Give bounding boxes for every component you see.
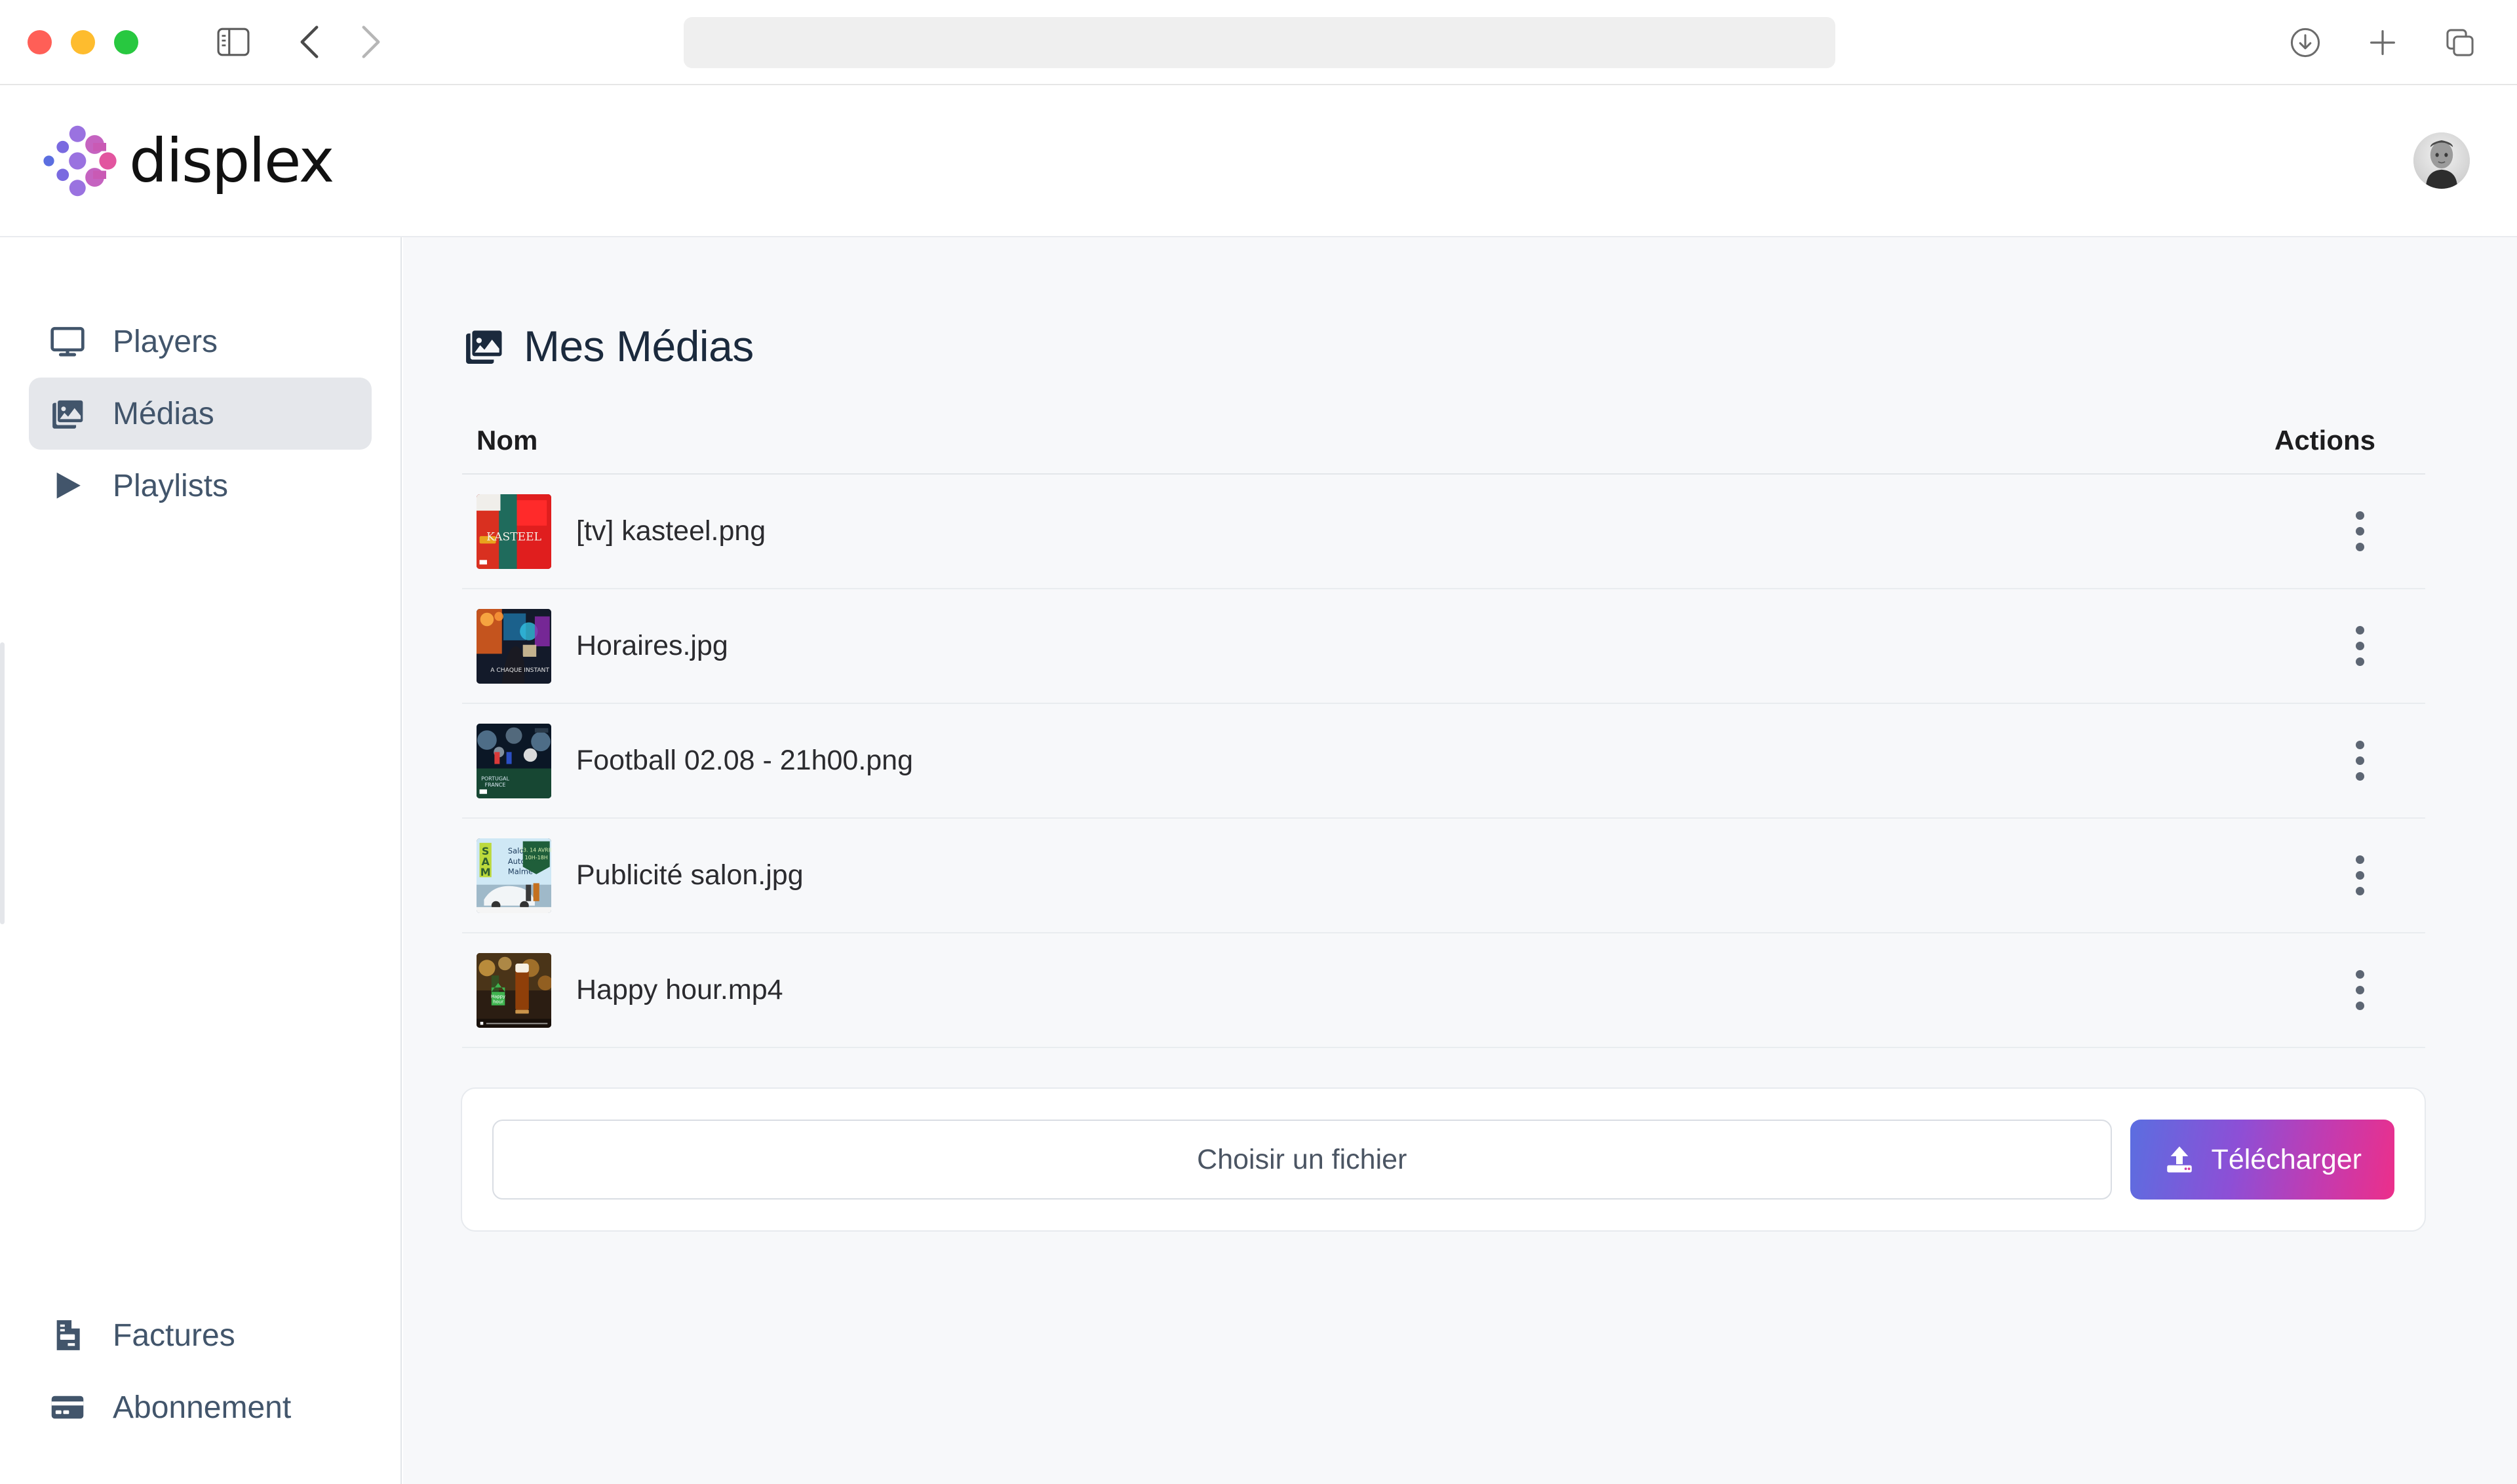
sidebar-item-label: Factures <box>113 1318 235 1353</box>
sidebar-item-label: Abonnement <box>113 1390 292 1425</box>
page-scrollbar[interactable] <box>0 642 5 924</box>
media-name: [tv] kasteel.png <box>576 515 766 547</box>
sidebar-secondary-nav: Factures Abonnement <box>0 1299 402 1443</box>
kebab-menu-icon[interactable] <box>2336 617 2383 676</box>
images-icon <box>462 324 505 368</box>
table-row-main: Happy hour Happy hour.mp4 <box>477 952 783 1028</box>
sidebar-item-abonnement[interactable]: Abonnement <box>29 1371 373 1443</box>
avatar[interactable] <box>2413 132 2470 189</box>
media-table: Nom Actions KASTEEL [tv] kasteel.png A C… <box>462 425 2425 1048</box>
media-name: Publicité salon.jpg <box>576 859 804 891</box>
main-content: Mes Médias Nom Actions KASTEEL [tv] kast… <box>403 237 2517 1484</box>
window-traffic-lights <box>28 29 138 54</box>
page-title-row: Mes Médias <box>462 321 2517 371</box>
svg-text:A CHAQUE INSTANT: A CHAQUE INSTANT <box>490 667 549 673</box>
table-row-main: S A M Salon Auto Malmé 13. 14 AVRIL 10H-… <box>477 838 804 913</box>
sidebar-item-medias[interactable]: Médias <box>29 378 372 450</box>
sidebar-item-label: Médias <box>113 396 214 431</box>
downloads-icon[interactable] <box>2280 17 2331 68</box>
invoice-icon <box>47 1315 88 1356</box>
media-thumbnail[interactable]: Happy hour <box>477 952 551 1028</box>
kebab-menu-icon[interactable] <box>2336 846 2383 905</box>
monitor-icon <box>47 321 88 362</box>
svg-text:KASTEEL: KASTEEL <box>486 530 541 543</box>
table-header: Nom Actions <box>462 425 2425 475</box>
column-header-actions: Actions <box>2274 425 2375 456</box>
sidebar-item-label: Playlists <box>113 468 229 503</box>
forward-icon[interactable] <box>345 16 397 68</box>
media-name: Football 02.08 - 21h00.png <box>576 745 914 776</box>
upload-button[interactable]: Télécharger <box>2130 1120 2394 1200</box>
svg-text:Happy: Happy <box>491 994 505 999</box>
sidebar-item-playlists[interactable]: Playlists <box>29 450 372 522</box>
table-row-main: PORTUGAL FRANCE Football 02.08 - 21h00.p… <box>477 723 914 798</box>
sidebar: Players Médias Playlists Factures Abonne… <box>0 237 402 1484</box>
sidebar-primary-nav: Players Médias Playlists <box>0 237 400 522</box>
table-row-main: A CHAQUE INSTANT Horaires.jpg <box>477 608 728 684</box>
brand-logo[interactable]: displex <box>41 120 334 202</box>
close-window-button[interactable] <box>28 29 52 54</box>
browser-toolbar <box>0 0 2517 85</box>
svg-text:PORTUGAL: PORTUGAL <box>481 775 509 781</box>
brand-name: displex <box>129 125 334 196</box>
svg-text:Auto: Auto <box>508 856 525 865</box>
sidebar-item-label: Players <box>113 324 218 359</box>
media-thumbnail[interactable]: PORTUGAL FRANCE <box>477 723 551 798</box>
media-thumbnail[interactable]: KASTEEL <box>477 494 551 569</box>
page-title: Mes Médias <box>524 322 754 370</box>
upload-button-label: Télécharger <box>2211 1143 2362 1175</box>
address-bar[interactable] <box>684 17 1835 68</box>
sidebar-item-players[interactable]: Players <box>29 305 372 378</box>
sidebar-item-factures[interactable]: Factures <box>29 1299 373 1371</box>
kebab-menu-icon[interactable] <box>2336 732 2383 791</box>
media-thumbnail[interactable]: S A M Salon Auto Malmé 13. 14 AVRIL 10H-… <box>477 838 551 913</box>
file-chooser-button[interactable]: Choisir un fichier <box>492 1120 2112 1200</box>
table-row[interactable]: PORTUGAL FRANCE Football 02.08 - 21h00.p… <box>462 704 2425 819</box>
table-row[interactable]: KASTEEL [tv] kasteel.png <box>462 475 2425 589</box>
svg-text:M: M <box>480 866 491 878</box>
back-icon[interactable] <box>284 16 335 68</box>
media-name: Horaires.jpg <box>576 630 728 661</box>
svg-text:10H-18H: 10H-18H <box>525 854 548 860</box>
table-row[interactable]: S A M Salon Auto Malmé 13. 14 AVRIL 10H-… <box>462 819 2425 933</box>
images-icon <box>47 393 88 434</box>
upload-icon <box>2163 1143 2196 1176</box>
table-row[interactable]: Happy hour Happy hour.mp4 <box>462 933 2425 1048</box>
column-header-nom: Nom <box>477 425 538 456</box>
kebab-menu-icon[interactable] <box>2336 502 2383 561</box>
svg-text:hour: hour <box>493 999 503 1004</box>
browser-right-actions <box>2280 17 2486 68</box>
credit-card-icon <box>47 1387 88 1428</box>
app-header: displex <box>0 85 2517 237</box>
svg-text:13. 14 AVRIL: 13. 14 AVRIL <box>520 847 551 853</box>
table-row[interactable]: A CHAQUE INSTANT Horaires.jpg <box>462 589 2425 704</box>
displex-logo-icon <box>41 120 123 202</box>
new-tab-icon[interactable] <box>2357 17 2408 68</box>
upload-card: Choisir un fichier Télécharger <box>461 1087 2426 1232</box>
file-chooser-label: Choisir un fichier <box>1197 1143 1407 1175</box>
minimize-window-button[interactable] <box>71 29 95 54</box>
sidebar-toggle-icon[interactable] <box>208 16 259 68</box>
zoom-window-button[interactable] <box>114 29 138 54</box>
tab-overview-icon[interactable] <box>2434 17 2486 68</box>
table-row-main: KASTEEL [tv] kasteel.png <box>477 494 766 569</box>
navigation-arrows <box>284 16 397 68</box>
kebab-menu-icon[interactable] <box>2336 961 2383 1020</box>
media-thumbnail[interactable]: A CHAQUE INSTANT <box>477 608 551 684</box>
media-name: Happy hour.mp4 <box>576 974 783 1006</box>
play-icon <box>47 465 88 506</box>
svg-text:FRANCE: FRANCE <box>485 781 506 787</box>
